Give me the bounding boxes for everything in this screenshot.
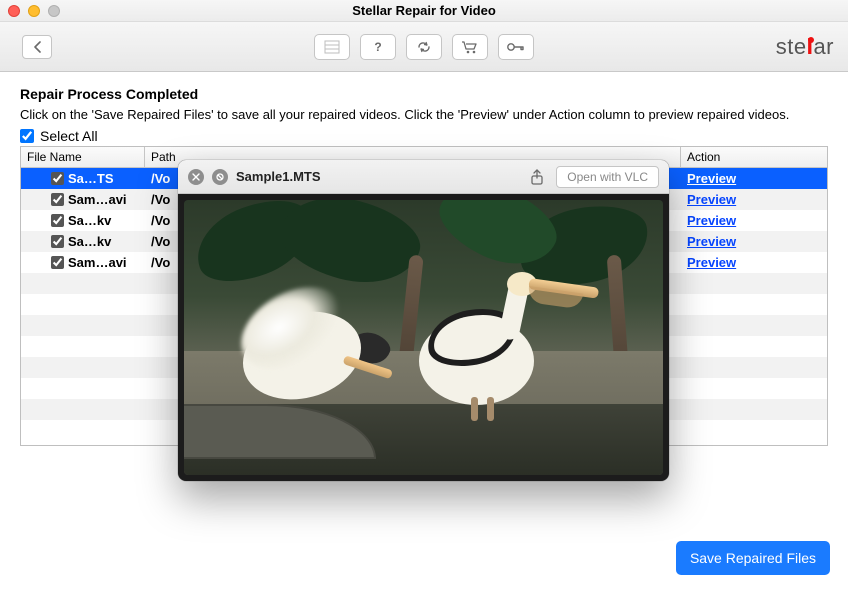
cell-action: Preview [681, 192, 827, 207]
cell-action: Preview [681, 234, 827, 249]
save-repaired-files-button[interactable]: Save Repaired Files [676, 541, 830, 575]
page-subtext: Click on the 'Save Repaired Files' to sa… [20, 106, 828, 124]
pelican-right [409, 272, 569, 422]
toolbar-center-group: ? [314, 34, 534, 60]
preview-link[interactable]: Preview [687, 192, 736, 207]
preview-popup: Sample1.MTS Open with VLC [178, 160, 669, 481]
expand-icon [216, 173, 224, 181]
col-action[interactable]: Action [681, 147, 827, 167]
zoom-window-button[interactable] [48, 5, 60, 17]
file-name-text: Sa…TS [68, 171, 114, 186]
row-checkbox[interactable] [51, 214, 64, 227]
row-checkbox[interactable] [51, 256, 64, 269]
key-icon [506, 40, 526, 54]
svg-text:?: ? [374, 40, 381, 54]
cell-file: Sa…TS [21, 171, 145, 186]
back-button[interactable] [22, 35, 52, 59]
close-icon [192, 173, 200, 181]
cart-icon [461, 40, 479, 54]
preview-link[interactable]: Preview [687, 234, 736, 249]
list-view-button[interactable] [314, 34, 350, 60]
cell-action: Preview [681, 213, 827, 228]
cell-file: Sa…kv [21, 234, 145, 249]
cell-file: Sa…kv [21, 213, 145, 228]
row-checkbox[interactable] [51, 235, 64, 248]
page-heading: Repair Process Completed [20, 86, 828, 102]
select-all-checkbox[interactable] [20, 129, 34, 143]
preview-link[interactable]: Preview [687, 213, 736, 228]
preview-link[interactable]: Preview [687, 255, 736, 270]
preview-close-button[interactable] [188, 169, 204, 185]
select-all-label: Select All [40, 128, 98, 144]
cell-action: Preview [681, 255, 827, 270]
select-all-row[interactable]: Select All [20, 128, 828, 144]
preview-link[interactable]: Preview [687, 171, 736, 186]
close-window-button[interactable] [8, 5, 20, 17]
list-icon [324, 40, 340, 54]
share-icon [530, 169, 544, 185]
file-name-text: Sa…kv [68, 234, 111, 249]
row-checkbox[interactable] [51, 193, 64, 206]
refresh-button[interactable] [406, 34, 442, 60]
chevron-left-icon [33, 41, 42, 53]
help-button[interactable]: ? [360, 34, 396, 60]
file-name-text: Sa…kv [68, 213, 111, 228]
refresh-icon [416, 40, 432, 54]
row-checkbox[interactable] [51, 172, 64, 185]
col-file-name[interactable]: File Name [21, 147, 145, 167]
window-titlebar: Stellar Repair for Video [0, 0, 848, 22]
brand-logo: stellar [776, 34, 834, 60]
preview-expand-button[interactable] [212, 169, 228, 185]
file-name-text: Sam…avi [68, 192, 127, 207]
open-with-vlc-button[interactable]: Open with VLC [556, 166, 659, 188]
toolbar: ? stellar [0, 22, 848, 72]
cell-file: Sam…avi [21, 255, 145, 270]
minimize-window-button[interactable] [28, 5, 40, 17]
preview-header: Sample1.MTS Open with VLC [178, 160, 669, 194]
file-name-text: Sam…avi [68, 255, 127, 270]
cell-action: Preview [681, 171, 827, 186]
window-title: Stellar Repair for Video [352, 3, 496, 18]
activate-button[interactable] [498, 34, 534, 60]
preview-filename: Sample1.MTS [236, 169, 518, 184]
preview-body [178, 194, 669, 481]
preview-video-frame[interactable] [184, 200, 663, 475]
cell-file: Sam…avi [21, 192, 145, 207]
preview-share-button[interactable] [526, 166, 548, 188]
help-icon: ? [371, 40, 385, 54]
window-controls [8, 5, 60, 17]
cart-button[interactable] [452, 34, 488, 60]
pelican-left [232, 283, 382, 413]
